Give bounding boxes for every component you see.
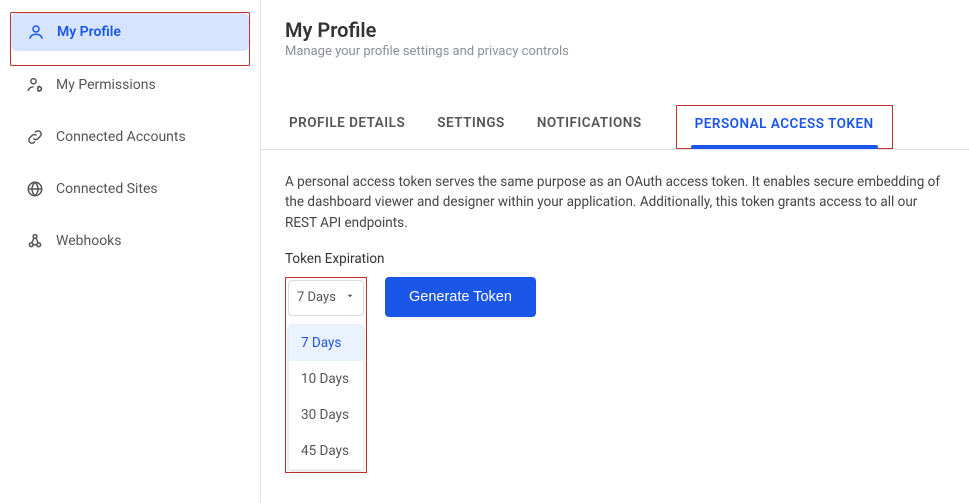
sidebar-item-connected-sites[interactable]: Connected Sites <box>10 170 250 208</box>
sidebar-item-label: My Profile <box>57 24 121 40</box>
sidebar-item-label: Connected Sites <box>56 181 158 197</box>
sidebar-item-label: Webhooks <box>56 233 122 249</box>
dropdown-option-45-days[interactable]: 45 Days <box>289 433 363 469</box>
token-expiration-label: Token Expiration <box>285 251 945 267</box>
dropdown-option-10-days[interactable]: 10 Days <box>289 361 363 397</box>
main-content: My Profile Manage your profile settings … <box>260 0 969 503</box>
tab-settings[interactable]: SETTINGS <box>433 105 509 149</box>
sidebar: My Profile My Permissions Connected Acco… <box>0 0 260 503</box>
dropdown-option-7-days[interactable]: 7 Days <box>289 325 363 361</box>
token-expiration-select[interactable]: 7 Days <box>288 280 364 316</box>
tab-notifications[interactable]: NOTIFICATIONS <box>533 105 646 149</box>
caret-down-icon <box>345 290 355 305</box>
generate-token-button[interactable]: Generate Token <box>385 277 536 317</box>
sidebar-item-connected-accounts[interactable]: Connected Accounts <box>10 118 250 156</box>
highlight-annotation: PERSONAL ACCESS TOKEN <box>676 105 893 149</box>
highlight-annotation: 7 Days 7 Days 10 Days 30 Days 45 Days <box>285 277 367 473</box>
sidebar-item-my-permissions[interactable]: My Permissions <box>10 66 250 104</box>
link-icon <box>26 128 44 146</box>
user-icon <box>27 23 45 41</box>
tab-personal-access-token[interactable]: PERSONAL ACCESS TOKEN <box>691 106 878 148</box>
control-row: 7 Days 7 Days 10 Days 30 Days 45 Days Ge… <box>285 277 945 473</box>
user-gear-icon <box>26 76 44 94</box>
globe-icon <box>26 180 44 198</box>
webhook-icon <box>26 232 44 250</box>
sidebar-item-label: My Permissions <box>56 77 156 93</box>
page-header: My Profile Manage your profile settings … <box>261 0 969 67</box>
sidebar-item-label: Connected Accounts <box>56 129 186 145</box>
token-expiration-dropdown: 7 Days 10 Days 30 Days 45 Days <box>288 324 364 470</box>
sidebar-item-webhooks[interactable]: Webhooks <box>10 222 250 260</box>
dropdown-option-30-days[interactable]: 30 Days <box>289 397 363 433</box>
page-subtitle: Manage your profile settings and privacy… <box>285 44 945 59</box>
tabs: PROFILE DETAILS SETTINGS NOTIFICATIONS P… <box>261 105 969 150</box>
tab-content: A personal access token serves the same … <box>261 150 969 495</box>
page-title: My Profile <box>285 18 945 42</box>
sidebar-item-my-profile[interactable]: My Profile <box>11 13 249 51</box>
tab-profile-details[interactable]: PROFILE DETAILS <box>285 105 409 149</box>
highlight-annotation: My Profile <box>10 12 250 66</box>
pat-description: A personal access token serves the same … <box>285 172 945 233</box>
select-value: 7 Days <box>297 290 337 305</box>
